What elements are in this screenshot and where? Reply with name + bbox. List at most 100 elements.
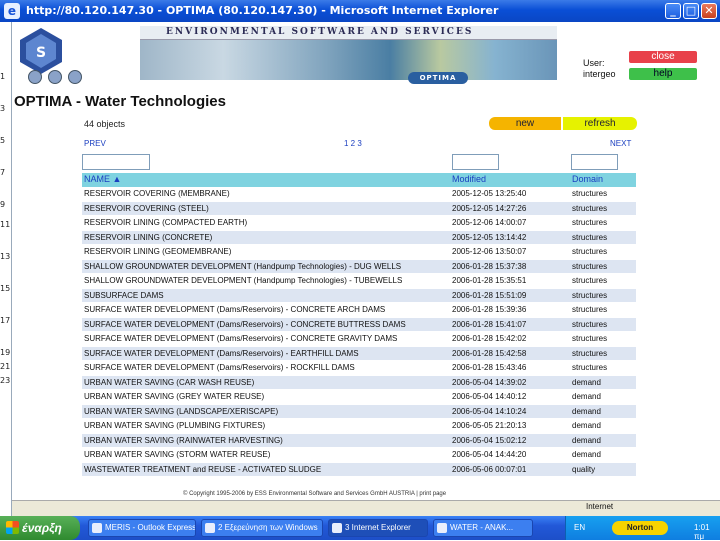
table-row[interactable]: SHALLOW GROUNDWATER DEVELOPMENT (Handpum…	[82, 259, 636, 274]
window-titlebar[interactable]: e http://80.120.147.30 - OPTIMA (80.120.…	[0, 0, 720, 22]
nav-icon[interactable]	[48, 70, 62, 84]
cell-domain: structures	[572, 305, 608, 314]
table-row[interactable]: URBAN WATER SAVING (LANDSCAPE/XERISCAPE)…	[82, 404, 636, 419]
edge-number: 9	[0, 200, 6, 209]
domain-filter-input[interactable]	[571, 154, 618, 170]
cell-domain: structures	[572, 203, 608, 213]
internet-explorer-icon: e	[4, 3, 20, 19]
table-row[interactable]: RESERVOIR LINING (CONCRETE) 2005-12-05 13…	[82, 230, 636, 245]
cell-name[interactable]: URBAN WATER SAVING (LANDSCAPE/XERISCAPE)	[84, 407, 450, 416]
cell-name[interactable]: RESERVOIR COVERING (MEMBRANE)	[84, 189, 450, 198]
table-row[interactable]: SURFACE WATER DEVELOPMENT (Dams/Reservoi…	[82, 317, 636, 332]
column-header-name[interactable]: NAME ▲	[84, 174, 450, 184]
modified-filter-input[interactable]	[452, 154, 499, 170]
table-row[interactable]: URBAN WATER SAVING (RAINWATER HARVESTING…	[82, 433, 636, 448]
cell-domain: structures	[572, 290, 608, 300]
ess-logo-icon: S	[20, 28, 62, 74]
table-row[interactable]: SHALLOW GROUNDWATER DEVELOPMENT (Handpum…	[82, 274, 636, 289]
cell-modified: 2005-12-06 14:00:07	[452, 218, 527, 227]
table-row[interactable]: SURFACE WATER DEVELOPMENT (Dams/Reservoi…	[82, 332, 636, 347]
start-button[interactable]: έναρξη	[0, 516, 80, 540]
cell-name[interactable]: SUBSURFACE DAMS	[84, 291, 450, 300]
table-row[interactable]: RESERVOIR COVERING (MEMBRANE) 2005-12-05 …	[82, 187, 636, 202]
table-row[interactable]: RESERVOIR LINING (GEOMEMBRANE) 2005-12-06…	[82, 245, 636, 260]
cell-name[interactable]: RESERVOIR COVERING (STEEL)	[84, 204, 450, 213]
table-row[interactable]: URBAN WATER SAVING (STORM WATER REUSE) 20…	[82, 448, 636, 463]
taskbar-item[interactable]: 3 Internet Explorer	[328, 519, 428, 537]
edge-number: 23	[0, 376, 11, 385]
cell-name[interactable]: RESERVOIR LINING (GEOMEMBRANE)	[84, 247, 450, 256]
refresh-button[interactable]: refresh	[563, 117, 637, 130]
cell-domain: structures	[572, 218, 608, 227]
minimize-button[interactable]: _	[665, 3, 681, 19]
object-count: 44 objects	[84, 119, 126, 129]
background-window-edge: 1 3 5 7 9 11 13 15 17 19 21 23	[0, 22, 12, 516]
close-button[interactable]: close	[629, 51, 697, 63]
norton-badge[interactable]: Norton	[612, 521, 668, 535]
page-links[interactable]: 1 2 3	[344, 139, 362, 148]
taskbar-item[interactable]: WATER - ANAK...	[433, 519, 533, 537]
cell-name[interactable]: SHALLOW GROUNDWATER DEVELOPMENT (Handpum…	[84, 262, 450, 271]
cell-name[interactable]: URBAN WATER SAVING (PLUMBING FIXTURES)	[84, 421, 450, 430]
cell-name[interactable]: WASTEWATER TREATMENT and REUSE - ACTIVAT…	[84, 465, 450, 474]
cell-modified: 2006-01-28 15:42:02	[452, 334, 527, 343]
optima-badge: OPTIMA	[408, 72, 468, 84]
cell-modified: 2006-05-04 14:39:02	[452, 377, 527, 387]
taskbar-item[interactable]: MERIS - Outlook Express	[88, 519, 196, 537]
cell-name[interactable]: SHALLOW GROUNDWATER DEVELOPMENT (Handpum…	[84, 276, 450, 285]
table-row[interactable]: SURFACE WATER DEVELOPMENT (Dams/Reservoi…	[82, 303, 636, 318]
table-row[interactable]: WASTEWATER TREATMENT and REUSE - ACTIVAT…	[82, 462, 636, 477]
table-row[interactable]: SURFACE WATER DEVELOPMENT (Dams/Reservoi…	[82, 346, 636, 361]
edge-number: 19	[0, 348, 11, 357]
page-title: OPTIMA - Water Technologies	[14, 93, 226, 110]
banner-title: ENVIRONMENTAL SOFTWARE AND SERVICES	[166, 27, 474, 37]
edge-number: 5	[0, 136, 6, 145]
table-body: RESERVOIR COVERING (MEMBRANE) 2005-12-05 …	[82, 187, 636, 477]
table-row[interactable]: URBAN WATER SAVING (CAR WASH REUSE) 2006-…	[82, 375, 636, 390]
cell-domain: structures	[572, 261, 608, 271]
nav-icon[interactable]	[68, 70, 82, 84]
cell-domain: structures	[572, 348, 608, 358]
table-row[interactable]: URBAN WATER SAVING (GREY WATER REUSE) 200…	[82, 390, 636, 405]
cell-name[interactable]: URBAN WATER SAVING (STORM WATER REUSE)	[84, 450, 450, 459]
cell-name[interactable]: SURFACE WATER DEVELOPMENT (Dams/Reservoi…	[84, 334, 450, 343]
edge-number: 21	[0, 362, 11, 371]
prev-link[interactable]: PREV	[84, 139, 106, 148]
cell-name[interactable]: SURFACE WATER DEVELOPMENT (Dams/Reservoi…	[84, 363, 450, 372]
taskbar: έναρξη MERIS - Outlook Express 2 Εξερεύν…	[0, 516, 720, 541]
start-label: έναρξη	[22, 521, 62, 535]
edge-number: 1	[0, 72, 6, 81]
cell-modified: 2006-01-28 15:37:38	[452, 261, 527, 271]
cell-modified: 2006-01-28 15:42:58	[452, 348, 527, 358]
edge-number: 11	[0, 220, 11, 229]
cell-name[interactable]: URBAN WATER SAVING (RAINWATER HARVESTING…	[84, 436, 450, 445]
cell-name[interactable]: RESERVOIR LINING (COMPACTED EARTH)	[84, 218, 450, 227]
help-button[interactable]: help	[629, 68, 697, 80]
cell-domain: structures	[572, 247, 608, 256]
cell-name[interactable]: SURFACE WATER DEVELOPMENT (Dams/Reservoi…	[84, 305, 450, 314]
column-header-modified[interactable]: Modified	[452, 174, 570, 184]
table-row[interactable]: RESERVOIR LINING (COMPACTED EARTH) 2005-1…	[82, 216, 636, 231]
table-row[interactable]: SUBSURFACE DAMS 2006-01-28 15:51:09 struct…	[82, 288, 636, 303]
cell-domain: demand	[572, 450, 601, 459]
edge-number: 13	[0, 252, 11, 261]
table-row[interactable]: RESERVOIR COVERING (STEEL) 2005-12-05 14:…	[82, 201, 636, 216]
table-header: NAME ▲ Modified Domain	[82, 173, 636, 187]
cell-modified: 2006-05-04 14:10:24	[452, 406, 527, 416]
cell-name[interactable]: URBAN WATER SAVING (GREY WATER REUSE)	[84, 392, 450, 401]
cell-name[interactable]: RESERVOIR LINING (CONCRETE)	[84, 233, 450, 242]
cell-name[interactable]: SURFACE WATER DEVELOPMENT (Dams/Reservoi…	[84, 320, 450, 329]
name-filter-input[interactable]	[82, 154, 150, 170]
language-indicator[interactable]: EN	[574, 523, 585, 532]
cell-name[interactable]: SURFACE WATER DEVELOPMENT (Dams/Reservoi…	[84, 349, 450, 358]
maximize-button[interactable]: □	[683, 3, 699, 19]
table-row[interactable]: URBAN WATER SAVING (PLUMBING FIXTURES) 20…	[82, 419, 636, 434]
table-row[interactable]: SURFACE WATER DEVELOPMENT (Dams/Reservoi…	[82, 361, 636, 376]
cell-name[interactable]: URBAN WATER SAVING (CAR WASH REUSE)	[84, 378, 450, 387]
window-close-button[interactable]: ✕	[701, 3, 717, 19]
next-link[interactable]: NEXT	[610, 139, 631, 148]
new-button[interactable]: new	[489, 117, 561, 130]
taskbar-item[interactable]: 2 Εξερεύνηση των Windows	[201, 519, 323, 537]
column-header-domain[interactable]: Domain	[572, 174, 634, 184]
nav-icon[interactable]	[28, 70, 42, 84]
